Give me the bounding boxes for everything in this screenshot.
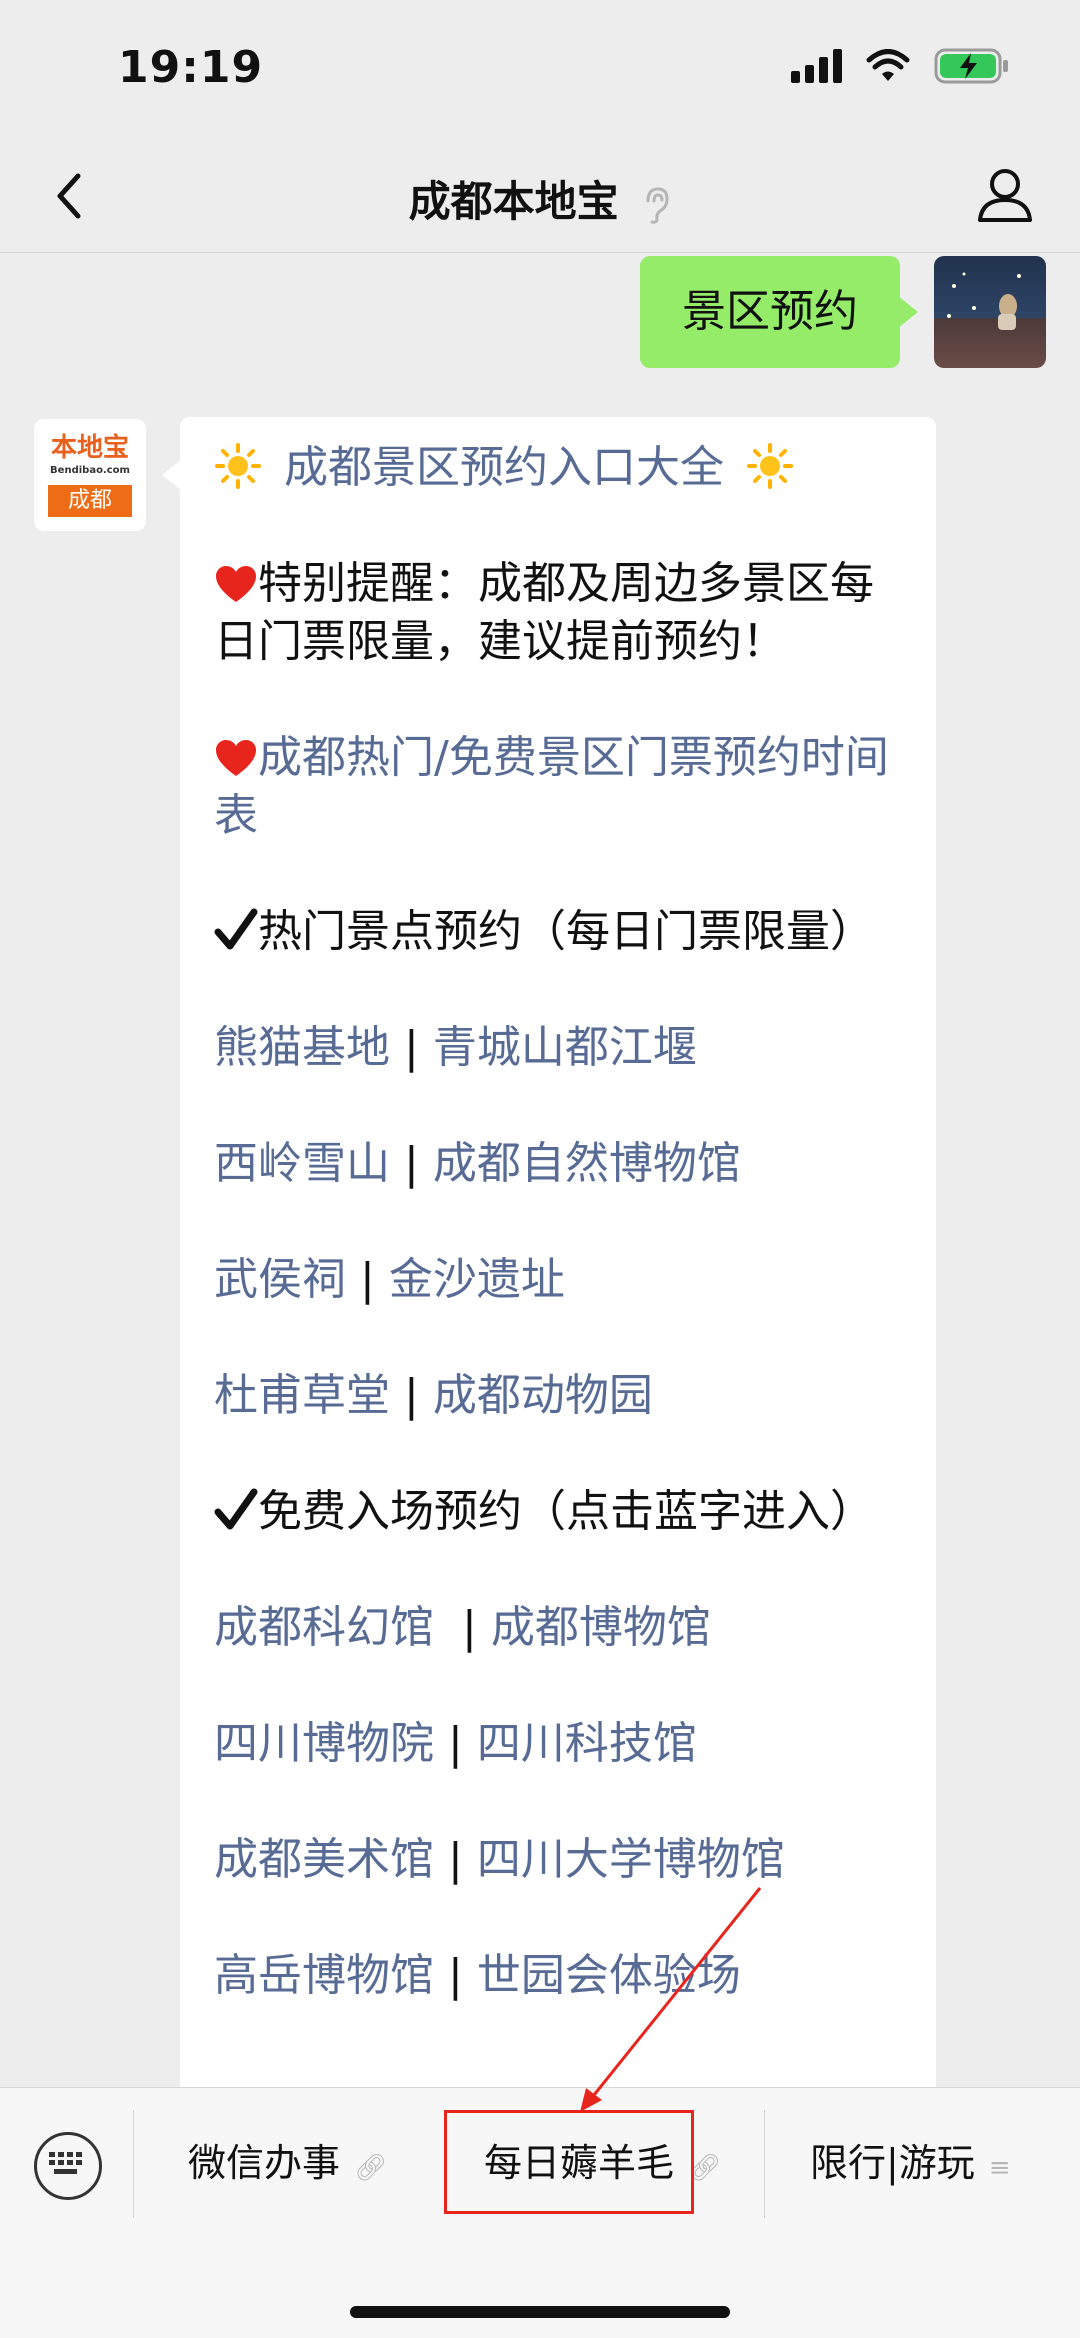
link-partial-2[interactable]: 世园会体验场 bbox=[477, 1950, 741, 2001]
hot-row: 熊猫基地 | 青城山都江堰 bbox=[214, 1019, 914, 1077]
link-art-museum[interactable]: 成都美术馆 bbox=[214, 1834, 434, 1885]
free-header-paragraph: 免费入场预约（点击蓝字进入） bbox=[214, 1483, 914, 1541]
menu-item-traffic-travel[interactable]: 限行|游玩 ≡ bbox=[810, 2118, 1011, 2208]
free-row-partial: 高岳博物馆 | 世园会体验场 bbox=[214, 1947, 914, 2005]
user-icon bbox=[978, 169, 1032, 222]
ear-icon bbox=[646, 186, 669, 224]
hot-row: 杜甫草堂 | 成都动物园 bbox=[214, 1367, 914, 1425]
link-sichuan-museum[interactable]: 四川博物院 bbox=[214, 1718, 434, 1769]
reminder-paragraph: 特别提醒：成都及周边多景区每日门票限量，建议提前预约！ bbox=[214, 555, 914, 671]
menu-item-wechat-services[interactable]: 微信办事 🔗︎ bbox=[188, 2118, 387, 2208]
link-scu-museum[interactable]: 四川大学博物馆 bbox=[477, 1834, 785, 1885]
status-time: 19:19 bbox=[118, 42, 264, 93]
separator: | bbox=[448, 1834, 463, 1885]
free-row: 成都美术馆 | 四川大学博物馆 bbox=[214, 1831, 914, 1889]
logo-mid: Bendibao.com bbox=[50, 465, 130, 476]
free-row: 四川博物院 | 四川科技馆 bbox=[214, 1715, 914, 1773]
bot-avatar[interactable]: 本地宝 Bendibao.com 成都 bbox=[34, 419, 146, 531]
user-message-bubble: 景区预约 bbox=[640, 256, 918, 368]
heart-icon bbox=[216, 740, 256, 776]
link-zoo[interactable]: 成都动物园 bbox=[433, 1370, 653, 1421]
hot-row: 武侯祠 | 金沙遗址 bbox=[214, 1251, 914, 1309]
highlight-annotation bbox=[444, 2110, 694, 2214]
link-chengdu-museum[interactable]: 成都博物馆 bbox=[491, 1602, 711, 1653]
separator: | bbox=[404, 1370, 419, 1421]
logo-top: 本地宝 bbox=[50, 433, 129, 463]
home-indicator[interactable] bbox=[350, 2306, 730, 2318]
avatar-illustration bbox=[947, 272, 1021, 330]
link-natural-museum[interactable]: 成都自然博物馆 bbox=[433, 1138, 741, 1189]
keyboard-icon bbox=[49, 2152, 82, 2174]
link-xiling[interactable]: 西岭雪山 bbox=[214, 1138, 390, 1189]
bottom-menu-bar: 微信办事 🔗︎ 每日薅羊毛 🔗︎ 限行|游玩 ≡ bbox=[0, 2087, 1080, 2338]
logo-city: 成都 bbox=[48, 485, 132, 517]
schedule-paragraph: 成都热门/免费景区门票预约时间表 bbox=[214, 729, 914, 845]
reminder-text: 特别提醒：成都及周边多景区每日门票限量，建议提前预约！ bbox=[214, 558, 874, 667]
signal-icon bbox=[791, 49, 842, 83]
checkmark-icon bbox=[214, 1488, 258, 1530]
link-panda-base[interactable]: 熊猫基地 bbox=[214, 1022, 390, 1073]
nav-title-wrap: 成都本地宝 bbox=[0, 168, 1080, 229]
schedule-link[interactable]: 成都热门/免费景区门票预约时间表 bbox=[214, 732, 889, 841]
sun-icon bbox=[215, 443, 261, 489]
chat-area: 景区预约 本地宝 Bendibao.com 成都 成都景区预约入口大全 特别提醒… bbox=[0, 253, 1080, 2087]
separator: | bbox=[448, 1950, 463, 2001]
sun-icon bbox=[747, 443, 793, 489]
separator: | bbox=[404, 1022, 419, 1073]
status-icons bbox=[791, 48, 1010, 84]
link-scifi-museum[interactable]: 成都科幻馆 bbox=[214, 1602, 434, 1653]
menu-divider bbox=[133, 2110, 134, 2218]
separator: | bbox=[462, 1602, 477, 1653]
link-science-museum[interactable]: 四川科技馆 bbox=[477, 1718, 697, 1769]
link-wuhou[interactable]: 武侯祠 bbox=[214, 1254, 346, 1305]
article-title[interactable]: 成都景区预约入口大全 bbox=[284, 442, 724, 493]
hot-row: 西岭雪山 | 成都自然博物馆 bbox=[214, 1135, 914, 1193]
checkmark-icon bbox=[214, 908, 258, 950]
menu-divider bbox=[764, 2110, 765, 2218]
link-qingcheng[interactable]: 青城山都江堰 bbox=[433, 1022, 697, 1073]
hot-header: 热门景点预约（每日门票限量） bbox=[258, 906, 874, 957]
hot-header-paragraph: 热门景点预约（每日门票限量） bbox=[214, 903, 914, 961]
keyboard-toggle-button[interactable] bbox=[34, 2132, 102, 2200]
separator: | bbox=[448, 1718, 463, 1769]
heart-icon bbox=[216, 566, 256, 602]
separator: | bbox=[404, 1138, 419, 1189]
link-icon: 🔗︎ bbox=[354, 2153, 388, 2183]
article-title-line: 成都景区预约入口大全 bbox=[214, 439, 914, 497]
menu-item-label: 限行|游玩 bbox=[810, 2141, 975, 2185]
status-bar: 19:19 bbox=[0, 0, 1080, 140]
link-dufu[interactable]: 杜甫草堂 bbox=[214, 1370, 390, 1421]
nav-bar: 成都本地宝 bbox=[0, 140, 1080, 253]
link-partial-1[interactable]: 高岳博物馆 bbox=[214, 1950, 434, 2001]
profile-button[interactable] bbox=[970, 160, 1040, 230]
menu-item-label: 微信办事 bbox=[188, 2141, 341, 2185]
link-jinsha[interactable]: 金沙遗址 bbox=[389, 1254, 565, 1305]
separator: | bbox=[360, 1254, 375, 1305]
user-avatar[interactable] bbox=[934, 256, 1046, 368]
free-header: 免费入场预约（点击蓝字进入） bbox=[258, 1486, 874, 1537]
free-row: 成都科幻馆 | 成都博物馆 bbox=[214, 1599, 914, 1657]
wifi-icon bbox=[866, 49, 910, 81]
bot-message-bubble: 成都景区预约入口大全 特别提醒：成都及周边多景区每日门票限量，建议提前预约！ 成… bbox=[162, 417, 936, 2087]
battery-charging-icon bbox=[934, 48, 1008, 84]
article-content: 成都景区预约入口大全 特别提醒：成都及周边多景区每日门票限量，建议提前预约！ 成… bbox=[214, 439, 914, 2063]
menu-list-icon: ≡ bbox=[988, 2153, 1011, 2183]
page-title: 成都本地宝 bbox=[408, 177, 619, 226]
